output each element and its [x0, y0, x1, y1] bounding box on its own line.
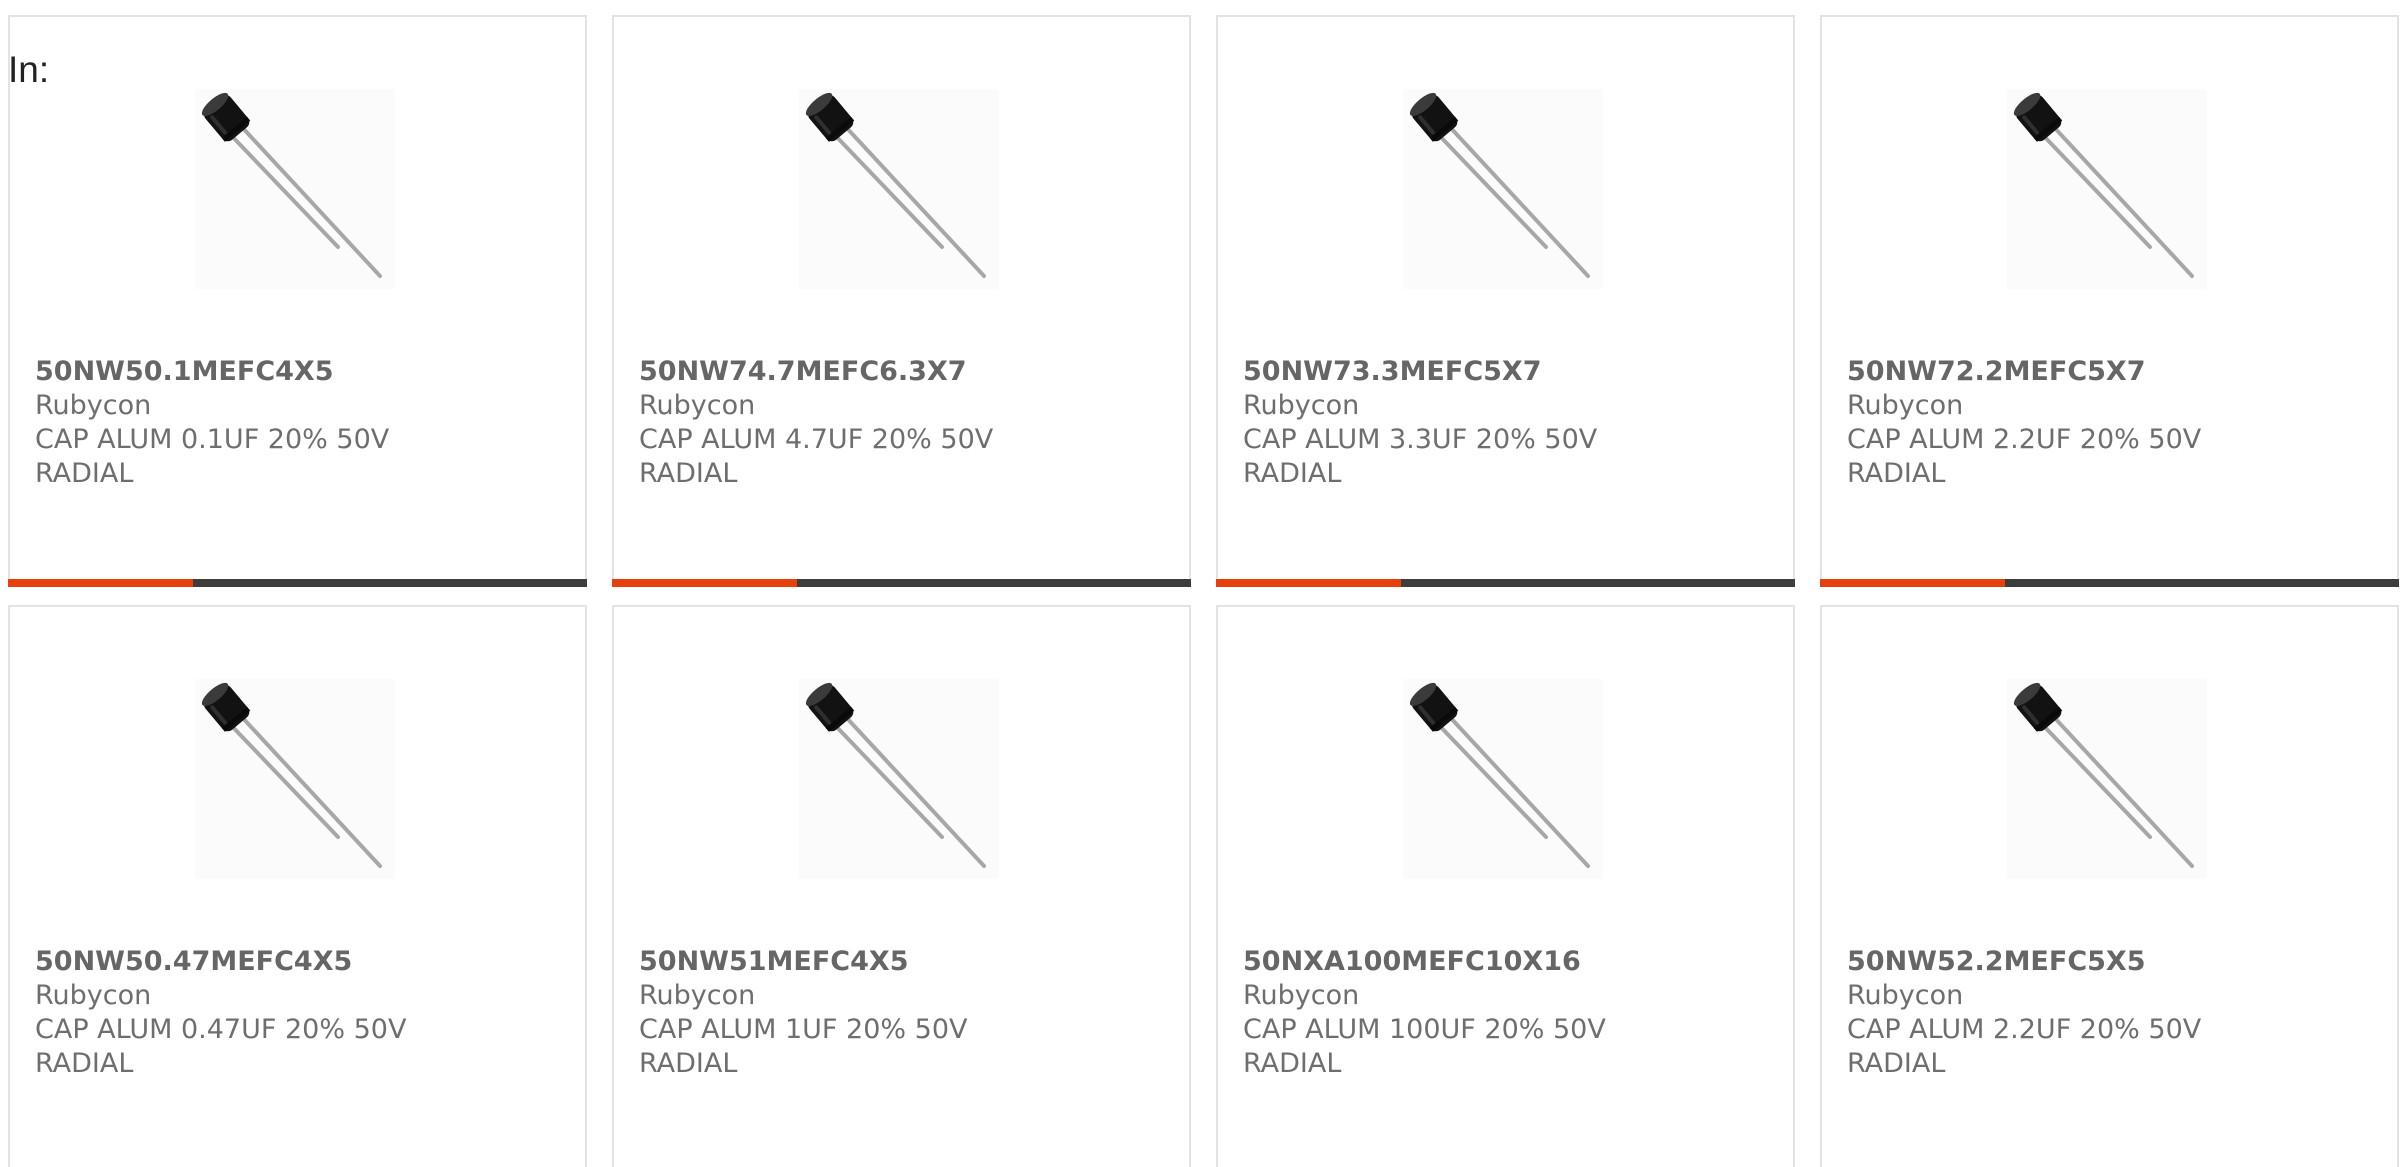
product-info: 50NW74.7MEFC6.3X7 Rubycon CAP ALUM 4.7UF… — [639, 355, 1169, 491]
progress-bar-fill — [612, 579, 798, 587]
part-number-link[interactable]: 50NW72.2MEFC5X7 — [1847, 355, 2377, 389]
product-card[interactable]: 50NW74.7MEFC6.3X7 Rubycon CAP ALUM 4.7UF… — [612, 15, 1191, 587]
product-description: CAP ALUM 4.7UF 20% 50V RADIAL — [639, 424, 994, 489]
manufacturer-name: Rubycon — [1243, 980, 1360, 1011]
radial-capacitor-image[interactable] — [195, 89, 395, 289]
product-info: 50NW50.1MEFC4X5 Rubycon CAP ALUM 0.1UF 2… — [35, 355, 565, 491]
radial-capacitor-image[interactable] — [2007, 679, 2207, 879]
product-card[interactable]: 50NW72.2MEFC5X7 Rubycon CAP ALUM 2.2UF 2… — [1820, 15, 2399, 587]
product-description: CAP ALUM 1UF 20% 50V RADIAL — [639, 1014, 968, 1079]
manufacturer-name: Rubycon — [1847, 390, 1964, 421]
part-number-link[interactable]: 50NW50.47MEFC4X5 — [35, 945, 565, 979]
radial-capacitor-image[interactable] — [1403, 679, 1603, 879]
product-description: CAP ALUM 2.2UF 20% 50V RADIAL — [1847, 1014, 2202, 1079]
product-info: 50NW52.2MEFC5X5 Rubycon CAP ALUM 2.2UF 2… — [1847, 945, 2377, 1081]
radial-capacitor-image[interactable] — [195, 679, 395, 879]
manufacturer-name: Rubycon — [1847, 980, 1964, 1011]
manufacturer-name: Rubycon — [35, 980, 152, 1011]
product-description: CAP ALUM 0.1UF 20% 50V RADIAL — [35, 424, 390, 489]
progress-bar-fill — [1820, 579, 2006, 587]
progress-bar-fill — [1216, 579, 1402, 587]
part-number-link[interactable]: 50NW51MEFC4X5 — [639, 945, 1169, 979]
radial-capacitor-image[interactable] — [799, 679, 999, 879]
product-info: 50NXA100MEFC10X16 Rubycon CAP ALUM 100UF… — [1243, 945, 1773, 1081]
product-description: CAP ALUM 0.47UF 20% 50V RADIAL — [35, 1014, 407, 1079]
progress-bar — [8, 579, 587, 587]
radial-capacitor-image[interactable] — [799, 89, 999, 289]
product-card[interactable]: 50NW52.2MEFC5X5 Rubycon CAP ALUM 2.2UF 2… — [1820, 605, 2399, 1167]
product-info: 50NW50.47MEFC4X5 Rubycon CAP ALUM 0.47UF… — [35, 945, 565, 1081]
progress-bar — [1216, 579, 1795, 587]
progress-bar — [612, 579, 1191, 587]
part-number-link[interactable]: 50NW50.1MEFC4X5 — [35, 355, 565, 389]
progress-bar — [1820, 579, 2399, 587]
radial-capacitor-image[interactable] — [1403, 89, 1603, 289]
in-label: In: — [8, 49, 50, 90]
part-number-link[interactable]: 50NXA100MEFC10X16 — [1243, 945, 1773, 979]
product-card[interactable]: 50NW51MEFC4X5 Rubycon CAP ALUM 1UF 20% 5… — [612, 605, 1191, 1167]
product-card[interactable]: 50NXA100MEFC10X16 Rubycon CAP ALUM 100UF… — [1216, 605, 1795, 1167]
manufacturer-name: Rubycon — [639, 980, 756, 1011]
product-results-page: In: 50NW50.1MEFC4X5 Rubycon CAP ALUM 0.1… — [0, 0, 2400, 1167]
product-description: CAP ALUM 3.3UF 20% 50V RADIAL — [1243, 424, 1598, 489]
part-number-link[interactable]: 50NW74.7MEFC6.3X7 — [639, 355, 1169, 389]
product-card[interactable]: 50NW73.3MEFC5X7 Rubycon CAP ALUM 3.3UF 2… — [1216, 15, 1795, 587]
manufacturer-name: Rubycon — [639, 390, 756, 421]
product-info: 50NW73.3MEFC5X7 Rubycon CAP ALUM 3.3UF 2… — [1243, 355, 1773, 491]
manufacturer-name: Rubycon — [35, 390, 152, 421]
product-grid: 50NW50.1MEFC4X5 Rubycon CAP ALUM 0.1UF 2… — [8, 15, 2399, 1167]
product-description: CAP ALUM 100UF 20% 50V RADIAL — [1243, 1014, 1606, 1079]
product-info: 50NW51MEFC4X5 Rubycon CAP ALUM 1UF 20% 5… — [639, 945, 1169, 1081]
part-number-link[interactable]: 50NW73.3MEFC5X7 — [1243, 355, 1773, 389]
product-info: 50NW72.2MEFC5X7 Rubycon CAP ALUM 2.2UF 2… — [1847, 355, 2377, 491]
progress-bar-fill — [8, 579, 194, 587]
product-card[interactable]: 50NW50.1MEFC4X5 Rubycon CAP ALUM 0.1UF 2… — [8, 15, 587, 587]
product-description: CAP ALUM 2.2UF 20% 50V RADIAL — [1847, 424, 2202, 489]
part-number-link[interactable]: 50NW52.2MEFC5X5 — [1847, 945, 2377, 979]
manufacturer-name: Rubycon — [1243, 390, 1360, 421]
radial-capacitor-image[interactable] — [2007, 89, 2207, 289]
product-card[interactable]: 50NW50.47MEFC4X5 Rubycon CAP ALUM 0.47UF… — [8, 605, 587, 1167]
